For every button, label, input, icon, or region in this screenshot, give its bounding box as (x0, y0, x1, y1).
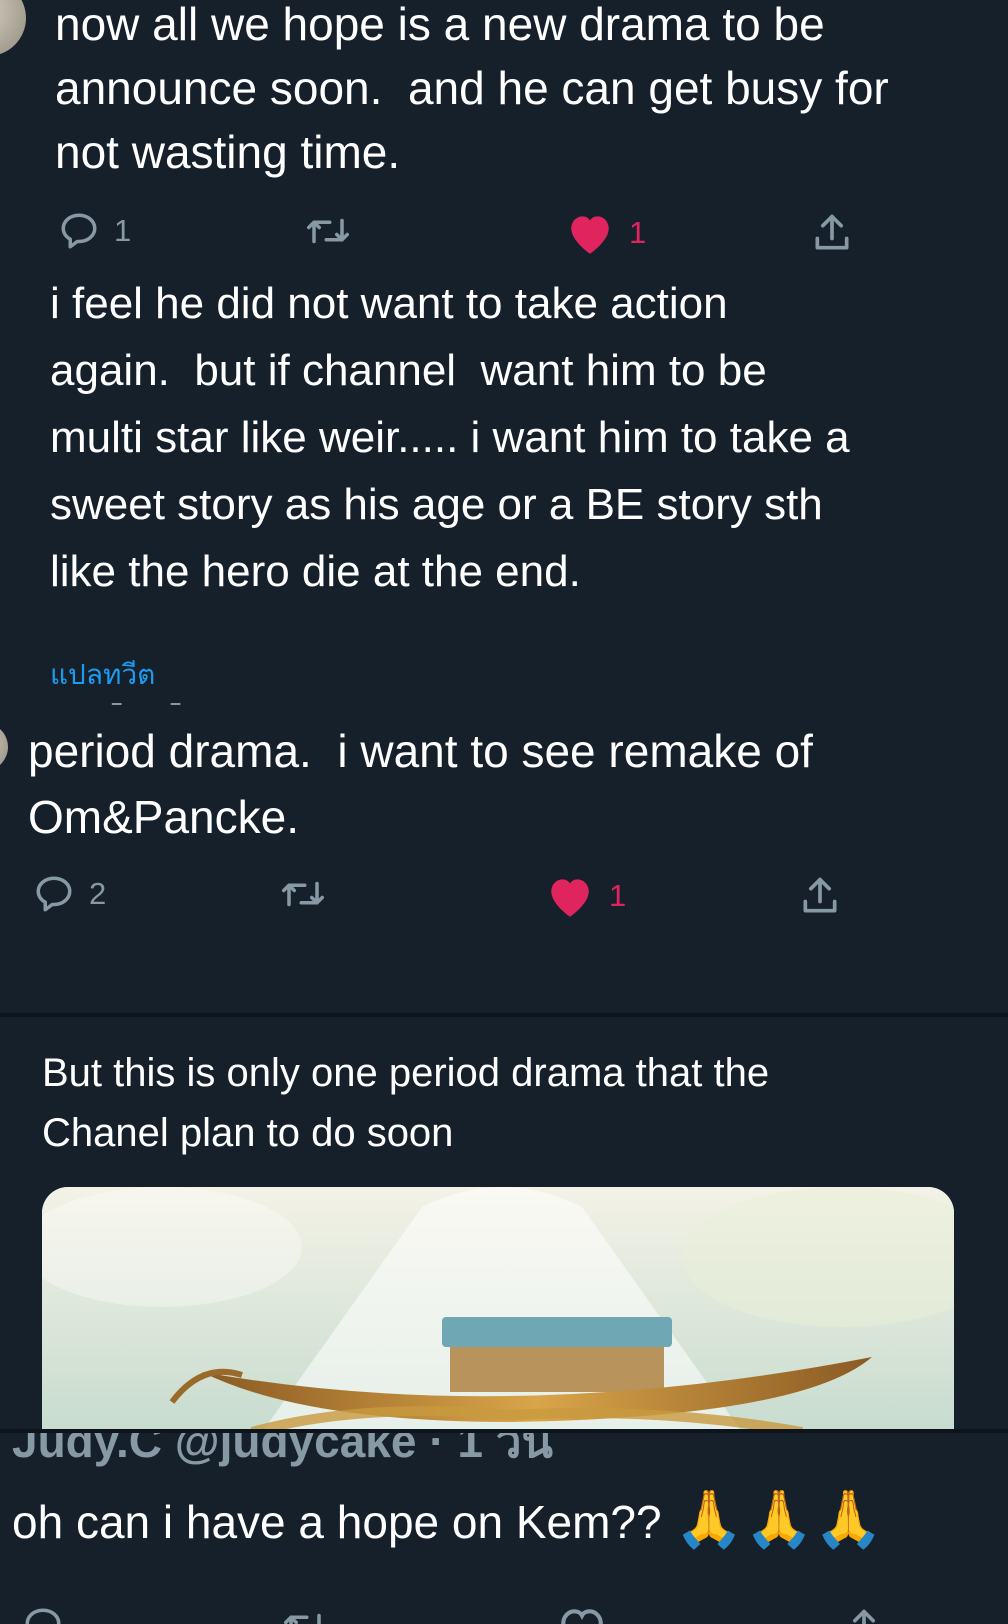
heart-icon (551, 879, 589, 917)
heart-icon (571, 216, 609, 254)
tweet-text: But this is only one period drama that t… (42, 1051, 770, 1155)
tweet-text-content: oh can i have a hope on Kem?? (12, 1496, 675, 1548)
share-button[interactable] (810, 210, 854, 256)
tweet-media-image[interactable] (42, 1187, 954, 1429)
like-button[interactable] (557, 1605, 607, 1624)
tweet-text: period drama. i want to see remake of Om… (28, 725, 813, 843)
avatar[interactable] (0, 723, 8, 771)
reply-icon (25, 1608, 61, 1624)
reply-icon (36, 876, 72, 912)
tweet-segment-3: - ~ - period drama. i want to see remake… (0, 703, 1008, 1015)
share-button[interactable] (798, 873, 842, 919)
tweet-actions (12, 1605, 912, 1624)
retweet-button[interactable] (282, 1605, 328, 1624)
retweet-button[interactable] (280, 873, 326, 915)
heart-icon (561, 1609, 603, 1624)
reply-button[interactable] (22, 1605, 64, 1624)
tweet-segment-1: now all we hope is a new drama to be ann… (0, 0, 1008, 268)
retweet-icon (284, 1613, 321, 1624)
like-button[interactable]: 1 (545, 873, 626, 919)
tweet-user-header[interactable]: Judy.C @judycake · 1 วัน (12, 1433, 553, 1478)
tweet-segment-4: But this is only one period drama that t… (0, 1017, 1008, 1429)
reply-count: 1 (114, 213, 132, 248)
avatar[interactable] (0, 0, 26, 56)
like-button[interactable]: 1 (565, 210, 646, 256)
share-icon (853, 1609, 875, 1624)
retweet-icon (307, 218, 349, 244)
retweet-icon (282, 881, 324, 907)
tweet-actions: 2 1 (30, 873, 930, 933)
tweet-text: oh can i have a hope on Kem?? 🙏🙏🙏 (12, 1489, 884, 1552)
share-button[interactable] (842, 1605, 886, 1624)
tweet-segment-2: i feel he did not want to take action ag… (0, 268, 1008, 703)
tweet-text: i feel he did not want to take action ag… (50, 279, 850, 596)
tweet-segment-5: Judy.C @judycake · 1 วัน oh can i have a… (0, 1433, 1008, 1624)
reply-button[interactable]: 1 (58, 210, 131, 252)
share-icon (815, 214, 849, 250)
reply-button[interactable]: 2 (33, 873, 106, 915)
retweet-button[interactable] (305, 210, 351, 252)
like-count: 1 (629, 215, 647, 250)
reply-icon (61, 213, 97, 249)
folded-hands-emoji: 🙏🙏🙏 (674, 1487, 884, 1550)
share-icon (803, 877, 837, 913)
translate-tweet-link[interactable]: แปลทวีต (50, 653, 155, 697)
like-count: 1 (609, 878, 627, 913)
tweet-text: now all we hope is a new drama to be ann… (55, 0, 889, 178)
tweet-actions: 1 1 (55, 210, 955, 268)
reply-count: 2 (89, 876, 107, 911)
royal-barge-illustration (42, 1187, 954, 1429)
